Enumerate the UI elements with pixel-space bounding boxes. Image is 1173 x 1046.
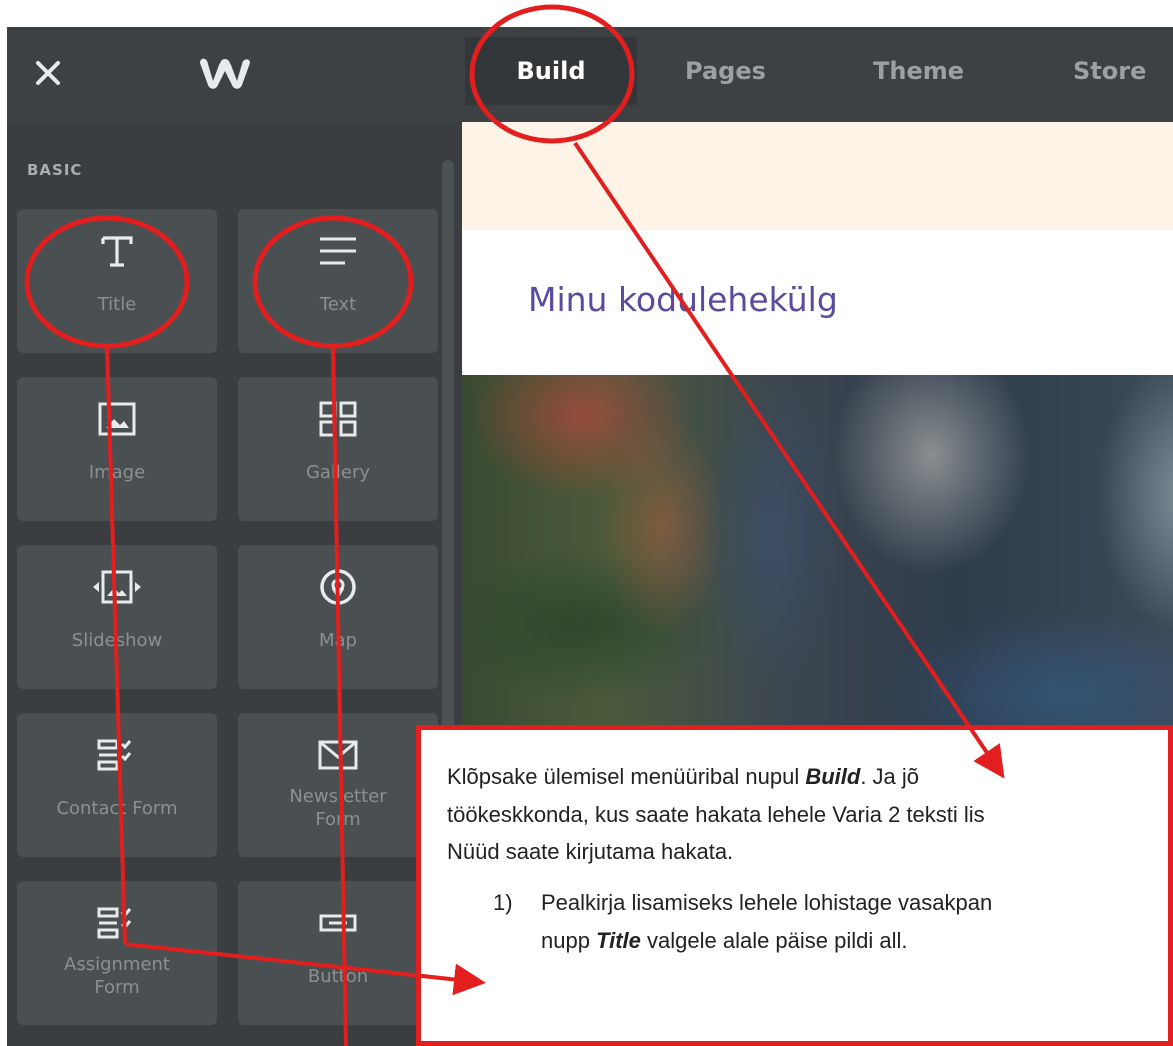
tile-label: Map: [319, 630, 357, 651]
callout-line1-bold: Build: [805, 764, 861, 789]
tile-label: Contact Form: [56, 798, 178, 819]
step-line2-pre: nupp: [541, 928, 597, 953]
image-icon: [17, 395, 217, 443]
tile-label: Image: [88, 462, 146, 483]
callout-line1-pre: Klõpsake ülemisel menüüribal nupul: [447, 764, 806, 789]
top-bar: Build Pages Theme Store: [7, 27, 1173, 122]
element-sidebar: BASIC Title Text Image Gallery Slideshow…: [7, 122, 462, 1046]
tile-label: Text: [319, 294, 357, 315]
tile-label: Slideshow: [71, 630, 163, 651]
text-lines-icon: [238, 227, 438, 275]
slideshow-icon: [17, 563, 217, 611]
section-label-basic: BASIC: [27, 161, 83, 179]
step-line1: Pealkirja lisamiseks lehele lohistage va…: [541, 890, 993, 915]
header-image[interactable]: [462, 375, 1173, 725]
element-tile-title[interactable]: Title: [17, 209, 217, 353]
gallery-grid-icon: [238, 395, 438, 443]
callout-line3: Nüüd saate kirjutama hakata.: [447, 839, 734, 864]
tile-label-line2: Form: [94, 977, 140, 998]
step-number: 1): [493, 890, 513, 915]
tab-build[interactable]: Build: [465, 37, 637, 105]
site-header[interactable]: Minu kodulehekülg: [462, 230, 1173, 375]
callout-line1: Klõpsake ülemisel menüüribal nupul Build…: [447, 764, 919, 790]
callout-line2: töökeskkonda, kus saate hakata lehele Va…: [447, 802, 985, 827]
element-tile-text[interactable]: Text: [238, 209, 438, 353]
element-tile-button[interactable]: Button: [238, 881, 438, 1025]
weebly-logo-icon[interactable]: [195, 55, 255, 91]
tab-theme[interactable]: Theme: [873, 37, 964, 105]
site-title[interactable]: Minu kodulehekülg: [528, 280, 838, 319]
tab-store[interactable]: Store: [1073, 37, 1146, 105]
tile-label-line1: Assignment: [64, 954, 170, 975]
tile-label-line2: Form: [315, 809, 361, 830]
element-tile-slideshow[interactable]: Slideshow: [17, 545, 217, 689]
form-check-icon: [17, 731, 217, 779]
map-pin-icon: [238, 563, 438, 611]
element-tile-map[interactable]: Map: [238, 545, 438, 689]
element-tile-image[interactable]: Image: [17, 377, 217, 521]
tile-label: Newsletter Form: [238, 785, 438, 831]
envelope-icon: [238, 731, 438, 779]
step-line2-bold: Title: [596, 928, 641, 953]
tile-label: Gallery: [305, 462, 371, 483]
step-line2-post: valgele alale päise pildi all.: [640, 928, 908, 953]
form-check-icon: [17, 899, 217, 947]
close-icon[interactable]: [35, 60, 61, 86]
tile-label-line1: Newsletter: [289, 786, 387, 807]
element-tile-newsletter-form[interactable]: Newsletter Form: [238, 713, 438, 857]
tile-label: Assignment Form: [17, 953, 217, 999]
callout-line1-post: . Ja jõ: [860, 764, 920, 789]
tile-label: Button: [307, 966, 369, 987]
element-tile-contact-form[interactable]: Contact Form: [17, 713, 217, 857]
title-t-icon: [17, 227, 217, 275]
instruction-callout: Klõpsake ülemisel menüüribal nupul Build…: [416, 725, 1173, 1046]
button-icon: [238, 899, 438, 947]
notice-banner: [462, 122, 1173, 230]
tab-pages[interactable]: Pages: [685, 37, 766, 105]
step-line2: nupp Title valgele alale päise pildi all…: [541, 928, 908, 954]
element-tile-gallery[interactable]: Gallery: [238, 377, 438, 521]
element-tile-assignment-form[interactable]: Assignment Form: [17, 881, 217, 1025]
tile-label: Title: [97, 294, 137, 315]
